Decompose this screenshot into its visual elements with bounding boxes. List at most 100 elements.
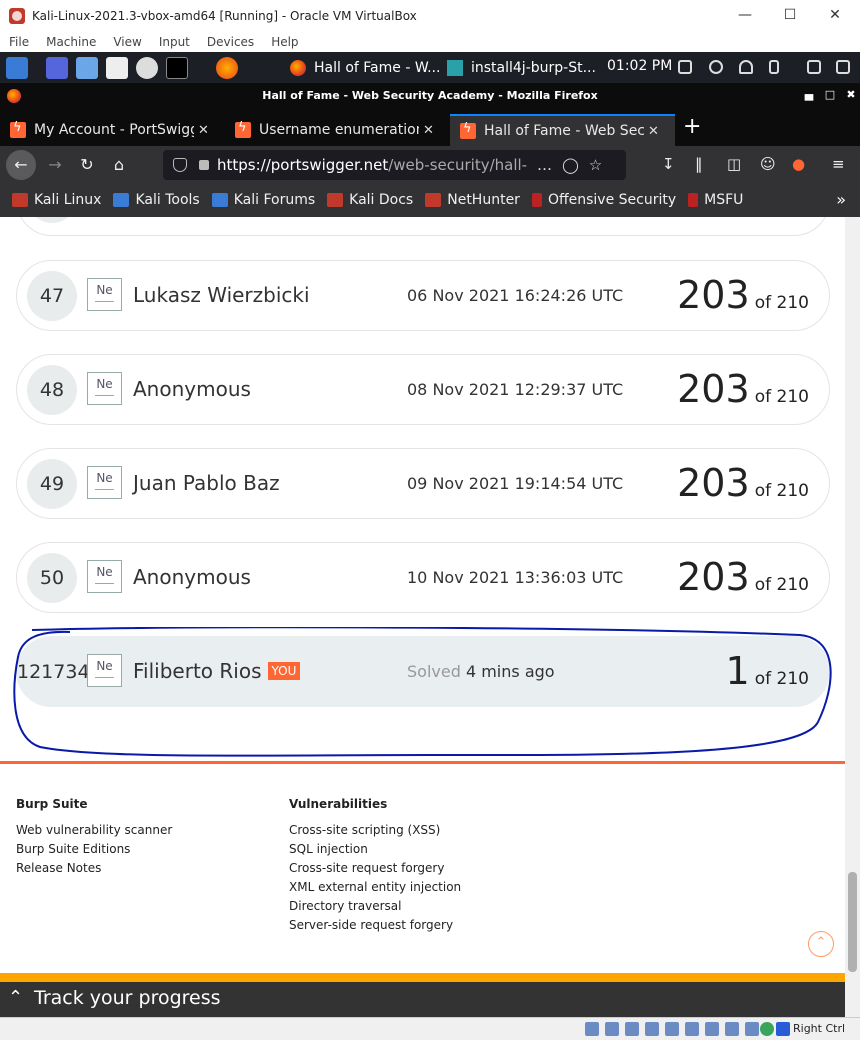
footer-column-burp-suite: Burp Suite Web vulnerability scanner Bur… — [16, 797, 172, 880]
foxyproxy-icon[interactable]: ● — [792, 155, 805, 173]
track-progress-label: Track your progress — [34, 987, 221, 1009]
browser-globe-icon[interactable] — [136, 56, 158, 79]
recording-icon[interactable] — [725, 1022, 739, 1036]
scrollbar-thumb[interactable] — [848, 872, 857, 972]
page-actions-icon[interactable]: … — [537, 156, 552, 174]
tracking-shield-icon[interactable] — [173, 158, 187, 172]
usb-icon[interactable] — [665, 1022, 679, 1036]
mouse-integration-icon[interactable] — [776, 1022, 790, 1036]
leaderboard-row: 49 Ne Juan Pablo Baz 09 Nov 2021 19:14:5… — [16, 448, 830, 519]
footer-link[interactable]: Server-side request forgery — [289, 918, 461, 932]
tab-hall-of-fame[interactable]: Hall of Fame - Web Security ✕ — [450, 114, 675, 146]
nethunter-icon — [425, 193, 442, 207]
bookmark-kali-forums[interactable]: Kali Forums — [211, 192, 315, 208]
taskbar-item-firefox[interactable]: Hall of Fame - W... — [290, 55, 440, 81]
home-icon[interactable]: ⌂ — [104, 150, 134, 180]
library-icon[interactable]: ‖ — [695, 155, 703, 173]
shared-folders-icon[interactable] — [685, 1022, 699, 1036]
tab-username-enumeration[interactable]: Username enumeration via ✕ — [225, 114, 450, 146]
lock-icon[interactable] — [807, 60, 821, 74]
close-icon[interactable]: ✕ — [815, 4, 855, 26]
volume-icon[interactable] — [709, 60, 723, 74]
footer-link[interactable]: Burp Suite Editions — [16, 842, 172, 856]
hard-disk-icon[interactable] — [585, 1022, 599, 1036]
leaderboard-row-partial — [16, 217, 830, 236]
footer-link[interactable]: Cross-site scripting (XSS) — [289, 823, 461, 837]
menu-view[interactable]: View — [113, 35, 141, 49]
sidebar-icon[interactable]: ◫ — [727, 155, 741, 173]
tab-my-account[interactable]: My Account - PortSwigger ✕ — [0, 114, 225, 146]
menu-help[interactable]: Help — [271, 35, 298, 49]
footer-link[interactable]: XML external entity injection — [289, 880, 461, 894]
bookmark-kali-tools[interactable]: Kali Tools — [113, 192, 200, 208]
chevron-up-icon[interactable]: ⌃ — [8, 987, 23, 1008]
downloads-icon[interactable]: ↧ — [662, 155, 675, 173]
battery-icon[interactable] — [769, 60, 779, 74]
notification-bell-icon[interactable] — [739, 60, 753, 74]
rank-badge: 50 — [27, 553, 77, 603]
account-icon[interactable]: ☺ — [760, 155, 776, 173]
user-name: Anonymous — [133, 565, 251, 589]
forward-arrow-icon[interactable]: → — [40, 150, 70, 180]
avatar: Ne — [87, 278, 122, 311]
bookmark-kali-linux[interactable]: Kali Linux — [12, 192, 101, 208]
footer-link[interactable]: Release Notes — [16, 861, 172, 875]
url-text[interactable]: https://portswigger.net/web-security/hal… — [217, 156, 527, 174]
file-manager-icon[interactable] — [76, 56, 98, 79]
ff-minimize-icon[interactable]: ▄ — [802, 88, 816, 102]
ff-maximize-icon[interactable]: □ — [823, 88, 837, 102]
portswigger-favicon-icon — [235, 120, 251, 138]
padlock-icon[interactable] — [199, 160, 209, 170]
firefox-launcher-icon[interactable] — [216, 56, 238, 79]
cpu-icon[interactable] — [745, 1022, 759, 1036]
maximize-icon[interactable]: ☐ — [770, 4, 810, 26]
power-icon[interactable] — [836, 60, 850, 74]
tab-close-icon[interactable]: ✕ — [198, 123, 209, 138]
pocket-icon[interactable]: ◯ — [562, 156, 579, 174]
text-editor-icon[interactable] — [106, 56, 128, 79]
track-progress-bar[interactable]: ⌃ Track your progress — [0, 973, 845, 1017]
bookmark-nethunter[interactable]: NetHunter — [425, 192, 520, 208]
bookmark-msfu[interactable]: MSFU — [688, 192, 743, 208]
network-icon[interactable] — [645, 1022, 659, 1036]
back-arrow-icon[interactable]: ← — [6, 150, 36, 180]
guest-additions-icon[interactable] — [760, 1022, 774, 1036]
rank-badge: 47 — [27, 271, 77, 321]
tab-close-icon[interactable]: ✕ — [423, 123, 434, 138]
reload-icon[interactable]: ↻ — [72, 150, 102, 180]
display-icon[interactable] — [678, 60, 692, 74]
minimize-icon[interactable]: — — [725, 4, 765, 26]
bookmark-offensive-security[interactable]: Offensive Security — [531, 192, 676, 208]
footer-divider — [0, 761, 845, 764]
url-bar[interactable]: https://portswigger.net/web-security/hal… — [163, 150, 626, 180]
kali-menu-icon[interactable] — [6, 56, 28, 79]
bookmarks-overflow-icon[interactable]: » — [836, 190, 846, 209]
terminal-icon[interactable] — [166, 56, 188, 79]
footer-link[interactable]: SQL injection — [289, 842, 461, 856]
display-status-icon[interactable] — [705, 1022, 719, 1036]
menu-machine[interactable]: Machine — [46, 35, 96, 49]
page-scrollbar[interactable] — [845, 217, 860, 1017]
footer-link[interactable]: Web vulnerability scanner — [16, 823, 172, 837]
menu-hamburger-icon[interactable]: ≡ — [832, 155, 845, 173]
footer-link[interactable]: Directory traversal — [289, 899, 461, 913]
ff-close-icon[interactable]: ✖ — [844, 88, 858, 102]
audio-icon[interactable] — [625, 1022, 639, 1036]
menu-devices[interactable]: Devices — [207, 35, 254, 49]
tab-close-icon[interactable]: ✕ — [648, 124, 659, 139]
portswigger-favicon-icon — [460, 121, 476, 139]
menu-input[interactable]: Input — [159, 35, 190, 49]
footer-link[interactable]: Cross-site request forgery — [289, 861, 461, 875]
rank-badge: 49 — [27, 459, 77, 509]
menu-file[interactable]: File — [9, 35, 29, 49]
firefox-window-title: Hall of Fame - Web Security Academy - Mo… — [262, 89, 598, 102]
bookmark-kali-docs[interactable]: Kali Docs — [327, 192, 413, 208]
optical-drive-icon[interactable] — [605, 1022, 619, 1036]
new-tab-plus-icon[interactable]: + — [683, 114, 701, 139]
workspace-icon[interactable] — [46, 56, 68, 79]
taskbar-item-install4j[interactable]: install4j-burp-St... — [447, 55, 596, 81]
bookmark-star-icon[interactable]: ☆ — [589, 156, 602, 174]
score: 203 of 210 — [677, 367, 809, 411]
scroll-to-top-icon[interactable]: ⌃ — [808, 931, 834, 957]
panel-clock[interactable]: 01:02 PM — [607, 58, 672, 74]
